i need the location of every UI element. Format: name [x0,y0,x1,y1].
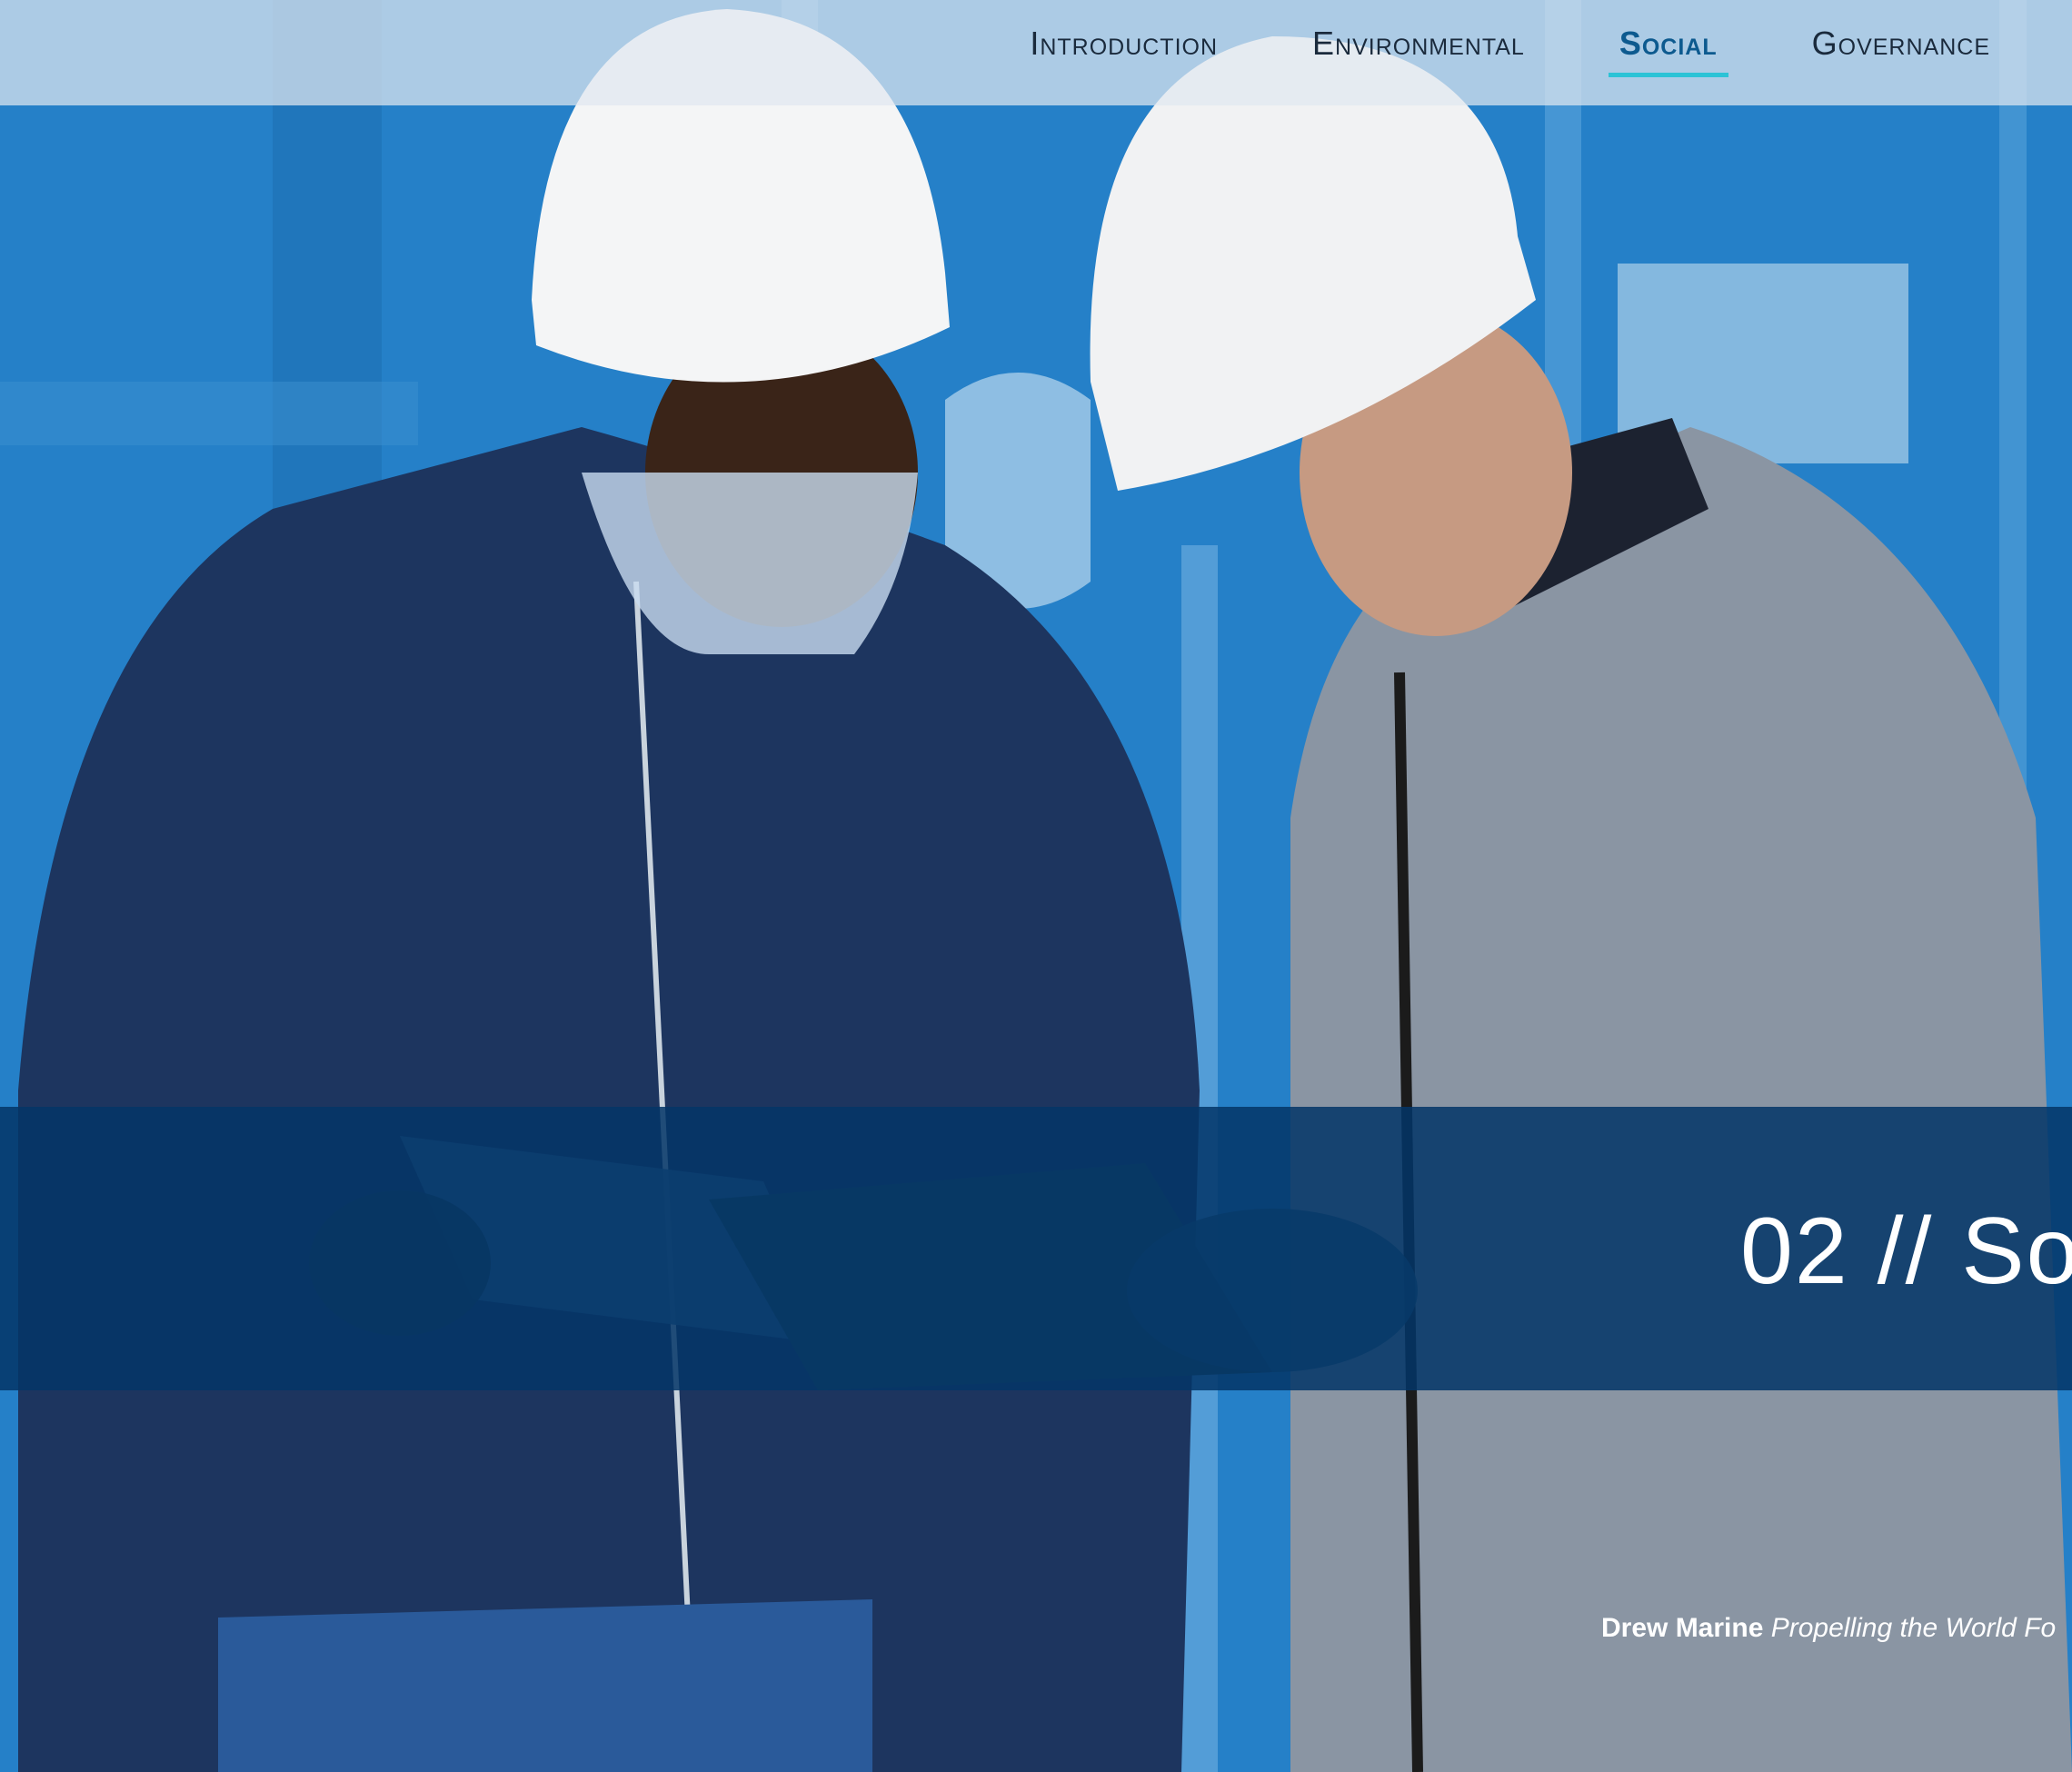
section-title-band: 02 // So [0,1107,2072,1390]
brand-name: Drew Marine [1601,1613,1764,1643]
top-navigation: Introduction Environmental Social Govern… [0,0,2072,105]
nav-list: Introduction Environmental Social Govern… [1021,0,1999,87]
section-title: 02 // So [1740,1199,2072,1304]
nav-item-social[interactable]: Social [1608,25,1728,77]
nav-item-introduction[interactable]: Introduction [1021,25,1227,63]
brand-tagline: Propelling the World Fo [1770,1613,2057,1643]
nav-item-environmental[interactable]: Environmental [1303,25,1534,63]
page: Introduction Environmental Social Govern… [0,0,2072,1772]
brand-line: Drew Marine Propelling the World Fo [1601,1613,2072,1644]
hero-image [0,0,2072,1772]
hero-illustration [0,0,2072,1772]
nav-item-governance[interactable]: Governance [1803,25,1999,63]
